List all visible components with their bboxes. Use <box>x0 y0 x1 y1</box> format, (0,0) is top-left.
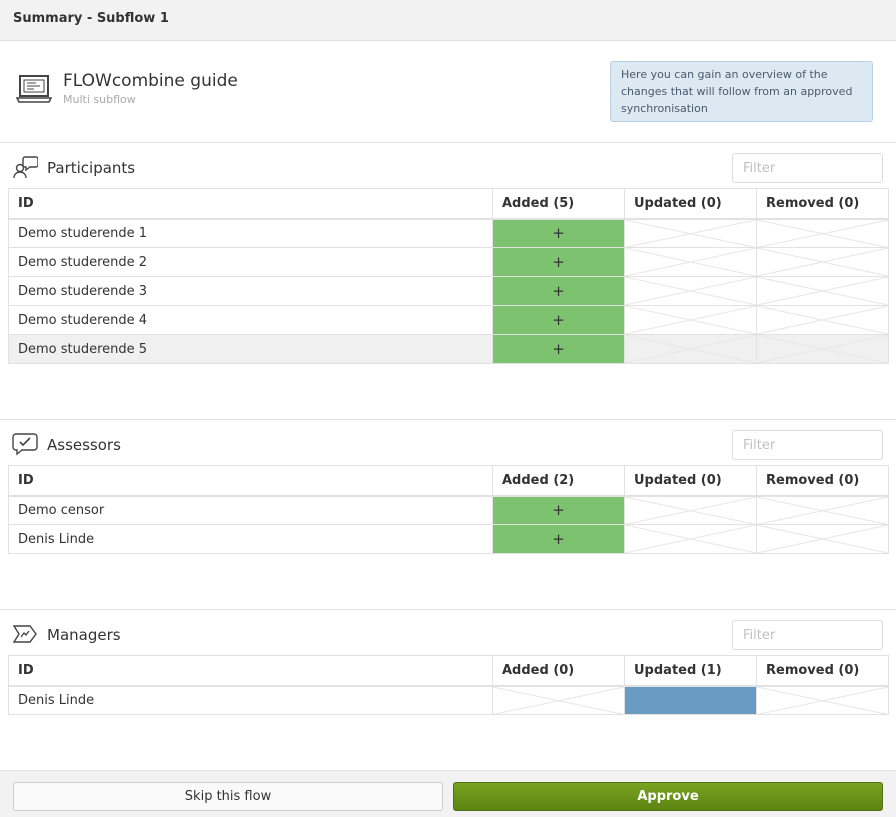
empty-cell <box>756 218 889 248</box>
empty-cell-cross <box>757 248 888 276</box>
empty-cell <box>756 276 889 306</box>
empty-cell <box>756 495 889 525</box>
empty-cell <box>756 524 889 554</box>
table-header-row: ID Added (2) Updated (0) Removed (0) <box>8 465 889 497</box>
column-header-added[interactable]: Added (2) <box>492 465 625 497</box>
added-cell: + <box>492 305 625 335</box>
managers-icon <box>12 625 37 643</box>
empty-cell-cross <box>493 687 624 715</box>
added-cell: + <box>492 495 625 525</box>
empty-cell-cross <box>625 497 756 525</box>
table-row[interactable]: Demo censor + <box>8 495 889 525</box>
section-divider <box>0 609 896 610</box>
empty-cell-cross <box>625 277 756 305</box>
row-id-cell: Demo studerende 3 <box>8 276 493 306</box>
empty-cell <box>756 334 889 364</box>
empty-cell-cross <box>757 687 888 715</box>
row-id-cell: Denis Linde <box>8 524 493 554</box>
empty-cell <box>492 685 625 715</box>
section-divider <box>0 419 896 420</box>
flow-subtitle: Multi subflow <box>63 93 136 106</box>
approve-button[interactable]: Approve <box>453 782 883 811</box>
empty-cell-cross <box>625 220 756 248</box>
table-row[interactable]: Denis Linde <box>8 685 889 715</box>
empty-cell-cross <box>757 277 888 305</box>
managers-title: Managers <box>47 626 121 644</box>
row-id-cell: Demo studerende 4 <box>8 305 493 335</box>
added-cell: + <box>492 247 625 277</box>
column-header-id[interactable]: ID <box>8 188 493 220</box>
row-id-cell: Demo studerende 1 <box>8 218 493 248</box>
window-titlebar: Summary - Subflow 1 <box>0 0 896 41</box>
table-row[interactable]: Demo studerende 2 + <box>8 247 889 277</box>
flow-title: FLOWcombine guide <box>63 71 238 91</box>
added-cell: + <box>492 524 625 554</box>
column-header-updated[interactable]: Updated (0) <box>624 465 757 497</box>
column-header-removed[interactable]: Removed (0) <box>756 465 889 497</box>
laptop-icon <box>16 75 52 103</box>
table-row[interactable]: Denis Linde + <box>8 524 889 554</box>
empty-cell <box>624 276 757 306</box>
empty-cell <box>624 305 757 335</box>
row-id-cell: Demo studerende 5 <box>8 334 493 364</box>
column-header-updated[interactable]: Updated (0) <box>624 188 757 220</box>
column-header-id[interactable]: ID <box>8 655 493 687</box>
empty-cell <box>624 524 757 554</box>
table-header-row: ID Added (0) Updated (1) Removed (0) <box>8 655 889 687</box>
empty-cell-cross <box>757 306 888 334</box>
empty-cell <box>624 218 757 248</box>
empty-cell <box>756 685 889 715</box>
assessors-table: ID Added (2) Updated (0) Removed (0) Dem… <box>8 465 889 554</box>
table-row[interactable]: Demo studerende 4 + <box>8 305 889 335</box>
added-cell: + <box>492 276 625 306</box>
empty-cell-cross <box>757 220 888 248</box>
column-header-removed[interactable]: Removed (0) <box>756 655 889 687</box>
managers-filter-input[interactable] <box>732 620 883 650</box>
column-header-added[interactable]: Added (5) <box>492 188 625 220</box>
column-header-added[interactable]: Added (0) <box>492 655 625 687</box>
table-row[interactable]: Demo studerende 1 + <box>8 218 889 248</box>
updated-cell <box>624 685 757 715</box>
column-header-removed[interactable]: Removed (0) <box>756 188 889 220</box>
empty-cell <box>756 305 889 335</box>
assessors-title: Assessors <box>47 436 121 454</box>
empty-cell <box>624 247 757 277</box>
row-id-cell: Denis Linde <box>8 685 493 715</box>
added-cell: + <box>492 218 625 248</box>
skip-flow-button[interactable]: Skip this flow <box>13 782 443 811</box>
column-header-updated[interactable]: Updated (1) <box>624 655 757 687</box>
empty-cell <box>624 334 757 364</box>
overview-hint: Here you can gain an overview of the cha… <box>610 61 873 122</box>
empty-cell-cross <box>757 335 888 363</box>
empty-cell-cross <box>625 248 756 276</box>
assessors-filter-input[interactable] <box>732 430 883 460</box>
participants-table: ID Added (5) Updated (0) Removed (0) Dem… <box>8 188 889 364</box>
column-header-id[interactable]: ID <box>8 465 493 497</box>
empty-cell-cross <box>625 306 756 334</box>
flow-info-panel: FLOWcombine guide Multi subflow Here you… <box>0 41 896 143</box>
table-row[interactable]: Demo studerende 3 + <box>8 276 889 306</box>
empty-cell-cross <box>757 497 888 525</box>
participants-icon <box>13 156 38 179</box>
empty-cell <box>624 495 757 525</box>
assessors-icon <box>12 433 38 456</box>
table-header-row: ID Added (5) Updated (0) Removed (0) <box>8 188 889 220</box>
added-cell: + <box>492 334 625 364</box>
empty-cell-cross <box>625 525 756 553</box>
window-title: Summary - Subflow 1 <box>13 11 169 26</box>
row-id-cell: Demo studerende 2 <box>8 247 493 277</box>
empty-cell-cross <box>625 335 756 363</box>
managers-table: ID Added (0) Updated (1) Removed (0) Den… <box>8 655 889 715</box>
footer-bar: Skip this flow Approve <box>0 770 896 817</box>
table-row[interactable]: Demo studerende 5 + <box>8 334 889 364</box>
empty-cell <box>756 247 889 277</box>
participants-filter-input[interactable] <box>732 153 883 183</box>
row-id-cell: Demo censor <box>8 495 493 525</box>
empty-cell-cross <box>757 525 888 553</box>
participants-title: Participants <box>47 159 136 177</box>
